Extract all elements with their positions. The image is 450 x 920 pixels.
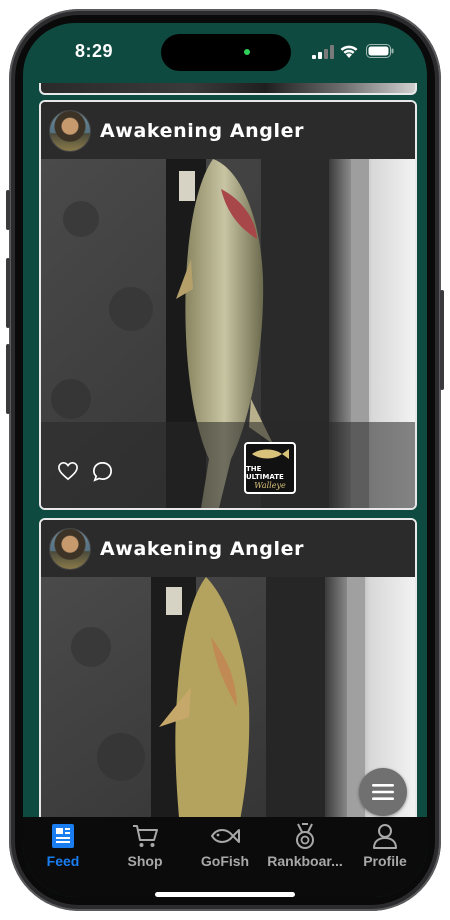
post-action-bar: THE ULTIMATE Walleye — [41, 422, 415, 508]
action-button — [6, 190, 10, 230]
badge-title: THE ULTIMATE — [246, 464, 284, 481]
tab-shop[interactable]: Shop — [105, 821, 185, 871]
fish-logo-icon — [252, 448, 289, 459]
tab-rankboard[interactable]: Rankboar... — [265, 821, 345, 871]
post-header[interactable]: Awakening Angler — [41, 102, 415, 159]
menu-icon — [372, 784, 394, 800]
post-username[interactable]: Awakening Angler — [100, 120, 304, 142]
tab-feed[interactable]: Feed — [23, 821, 103, 871]
cart-icon — [133, 825, 158, 847]
tab-label: Feed — [46, 853, 80, 869]
status-bar: 8:29 — [23, 23, 427, 83]
contest-badge-logo[interactable]: THE ULTIMATE Walleye — [244, 442, 296, 494]
heart-icon[interactable] — [57, 461, 79, 481]
newspaper-icon — [52, 824, 74, 848]
previous-post-edge — [39, 83, 417, 95]
tab-gofish[interactable]: GoFish — [185, 821, 265, 871]
post-username[interactable]: Awakening Angler — [100, 538, 304, 560]
dynamic-island — [161, 34, 291, 71]
feed-post[interactable]: Awakening Angler — [39, 100, 417, 510]
camera-indicator-dot — [244, 49, 250, 55]
power-button — [440, 290, 444, 390]
bottom-tab-bar: Feed Shop GoFish Rankboar... Profile — [23, 817, 427, 897]
comment-icon[interactable] — [91, 460, 114, 483]
tab-label: Rankboar... — [267, 853, 343, 869]
fish-icon — [210, 829, 240, 843]
volume-up-button — [6, 258, 10, 328]
avatar[interactable] — [49, 527, 91, 570]
screen: 8:29 Awakening Angler THE ULTIMATE Walle… — [23, 23, 427, 897]
feed-list[interactable]: Awakening Angler THE ULTIMATE Walleye Aw… — [23, 83, 427, 817]
feed-post[interactable]: Awakening Angler — [39, 518, 417, 817]
medal-icon — [296, 823, 314, 849]
home-indicator[interactable] — [155, 892, 295, 897]
tab-label: GoFish — [200, 853, 250, 869]
cellular-signal-icon — [312, 45, 334, 59]
volume-down-button — [6, 344, 10, 414]
status-time: 8:29 — [75, 41, 114, 61]
person-icon — [373, 824, 397, 849]
post-photo[interactable] — [41, 577, 415, 817]
menu-fab-button[interactable] — [359, 768, 407, 816]
post-header[interactable]: Awakening Angler — [41, 520, 415, 577]
battery-icon — [366, 44, 394, 58]
tab-profile[interactable]: Profile — [345, 821, 425, 871]
tab-label: Profile — [363, 853, 407, 869]
wifi-icon — [340, 45, 358, 58]
avatar[interactable] — [49, 109, 91, 152]
badge-subtitle: Walleye — [254, 480, 286, 490]
tab-label: Shop — [127, 853, 163, 869]
